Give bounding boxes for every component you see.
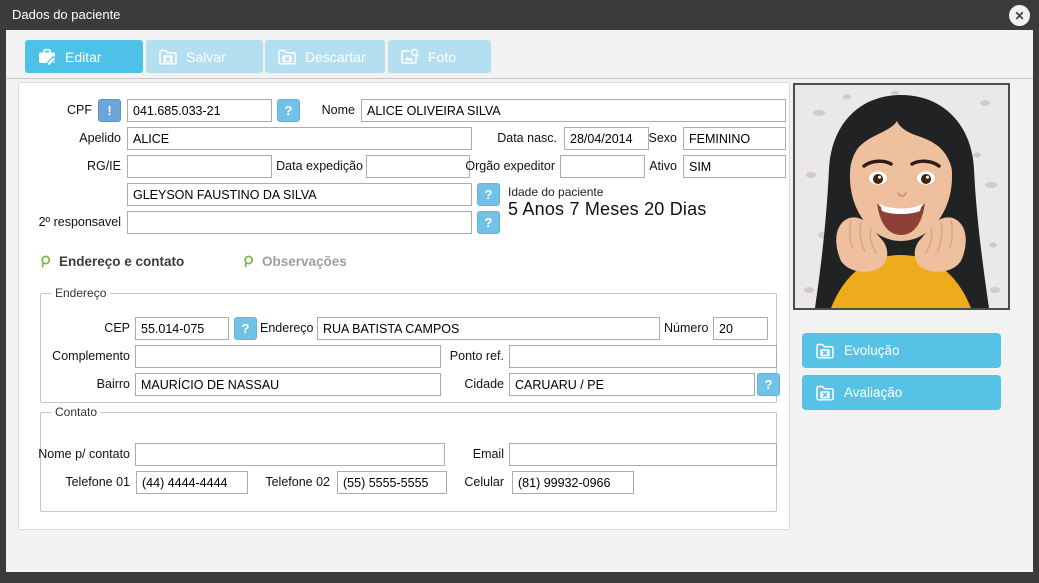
- close-button[interactable]: ✕: [1009, 5, 1030, 26]
- evolution-button[interactable]: Evolução: [802, 333, 1001, 368]
- photo-button-label: Foto: [428, 49, 456, 65]
- guardian2-input[interactable]: [127, 211, 472, 234]
- district-input[interactable]: [135, 373, 441, 396]
- active-label: Ativo: [640, 155, 677, 178]
- evaluation-button-label: Avaliação: [844, 385, 902, 400]
- cpf-help-button[interactable]: ?: [277, 99, 300, 122]
- question-icon: ?: [485, 215, 493, 230]
- patient-data-window: Dados do paciente ✕ Editar Salvar: [0, 0, 1039, 583]
- folder-star-icon: [158, 49, 178, 65]
- save-button[interactable]: Salvar: [146, 40, 263, 73]
- contact-name-label: Nome p/ contato: [28, 443, 130, 466]
- evolution-button-label: Evolução: [844, 343, 900, 358]
- toolbar-divider: [6, 78, 1033, 79]
- exclamation-icon: !: [107, 103, 111, 118]
- save-button-label: Salvar: [186, 49, 226, 65]
- patient-age-value: 5 Anos 7 Meses 20 Dias: [508, 199, 707, 220]
- number-input[interactable]: [713, 317, 768, 340]
- email-input[interactable]: [509, 443, 777, 466]
- address-legend: Endereço: [51, 286, 110, 300]
- phone1-input[interactable]: [136, 471, 248, 494]
- contact-name-input[interactable]: [135, 443, 445, 466]
- rg-label: RG/IE: [20, 155, 121, 178]
- birthdate-label: Data nasc.: [470, 127, 557, 150]
- reference-label: Ponto ref.: [440, 345, 504, 368]
- cpf-input[interactable]: [127, 99, 272, 122]
- edit-button-label: Editar: [65, 49, 102, 65]
- pin-icon: [40, 255, 51, 269]
- guardian-help-button[interactable]: ?: [477, 183, 500, 206]
- city-label: Cidade: [440, 373, 504, 396]
- discard-button-label: Descartar: [305, 49, 366, 65]
- sex-label: Sexo: [640, 127, 677, 150]
- cep-label: CEP: [60, 317, 130, 340]
- evaluation-button[interactable]: Avaliação: [802, 375, 1001, 410]
- tab-endereco-label: Endereço e contato: [59, 254, 184, 269]
- question-icon: ?: [765, 377, 773, 392]
- phone1-label: Telefone 01: [28, 471, 130, 494]
- name-input[interactable]: [361, 99, 786, 122]
- photo-button[interactable]: Foto: [388, 40, 491, 73]
- email-label: Email: [440, 443, 504, 466]
- folder-x-icon: [277, 49, 297, 65]
- active-input[interactable]: [683, 155, 786, 178]
- city-input[interactable]: [509, 373, 755, 396]
- number-label: Número: [664, 317, 708, 340]
- street-input[interactable]: [317, 317, 660, 340]
- sex-input[interactable]: [683, 127, 786, 150]
- guardian2-label: 2º responsavel: [15, 211, 121, 234]
- guardian2-help-button[interactable]: ?: [477, 211, 500, 234]
- street-label: Endereço: [260, 317, 312, 340]
- mobile-label: Celular: [440, 471, 504, 494]
- close-icon: ✕: [1014, 10, 1024, 22]
- complement-label: Complemento: [28, 345, 130, 368]
- cep-help-button[interactable]: ?: [234, 317, 257, 340]
- city-help-button[interactable]: ?: [757, 373, 780, 396]
- issue-date-input[interactable]: [366, 155, 470, 178]
- mobile-input[interactable]: [512, 471, 634, 494]
- pin-icon: [243, 255, 254, 269]
- birthdate-input[interactable]: [564, 127, 649, 150]
- folder-x-icon: [815, 385, 835, 401]
- patient-photo: [793, 83, 1010, 310]
- phone2-label: Telefone 02: [255, 471, 330, 494]
- question-icon: ?: [285, 103, 293, 118]
- briefcase-pencil-icon: [37, 48, 57, 66]
- rg-input[interactable]: [127, 155, 272, 178]
- question-icon: ?: [485, 187, 493, 202]
- tab-observacoes-label: Observações: [262, 254, 347, 269]
- nickname-input[interactable]: [127, 127, 472, 150]
- edit-button[interactable]: Editar: [25, 40, 143, 73]
- discard-button[interactable]: Descartar: [265, 40, 385, 73]
- issuer-label: Orgão expeditor: [465, 155, 555, 178]
- complement-input[interactable]: [135, 345, 441, 368]
- folder-x-icon: [815, 343, 835, 359]
- contact-legend: Contato: [51, 405, 101, 419]
- guardian-input[interactable]: [127, 183, 472, 206]
- phone2-input[interactable]: [337, 471, 447, 494]
- issuer-input[interactable]: [560, 155, 645, 178]
- cpf-alert-button[interactable]: !: [98, 99, 121, 122]
- nickname-label: Apelido: [20, 127, 121, 150]
- title-bar: Dados do paciente ✕: [0, 0, 1039, 30]
- cpf-label: CPF: [20, 99, 92, 122]
- name-label: Nome: [305, 99, 355, 122]
- patient-age-label: Idade do paciente: [508, 185, 603, 199]
- tab-observacoes[interactable]: Observações: [243, 254, 347, 269]
- window-title: Dados do paciente: [12, 7, 120, 22]
- photo-magnifier-icon: [400, 48, 420, 65]
- tab-endereco-contato[interactable]: Endereço e contato: [40, 254, 184, 269]
- issue-date-label: Data expedição: [270, 155, 363, 178]
- reference-input[interactable]: [509, 345, 777, 368]
- cep-input[interactable]: [135, 317, 229, 340]
- question-icon: ?: [242, 321, 250, 336]
- district-label: Bairro: [60, 373, 130, 396]
